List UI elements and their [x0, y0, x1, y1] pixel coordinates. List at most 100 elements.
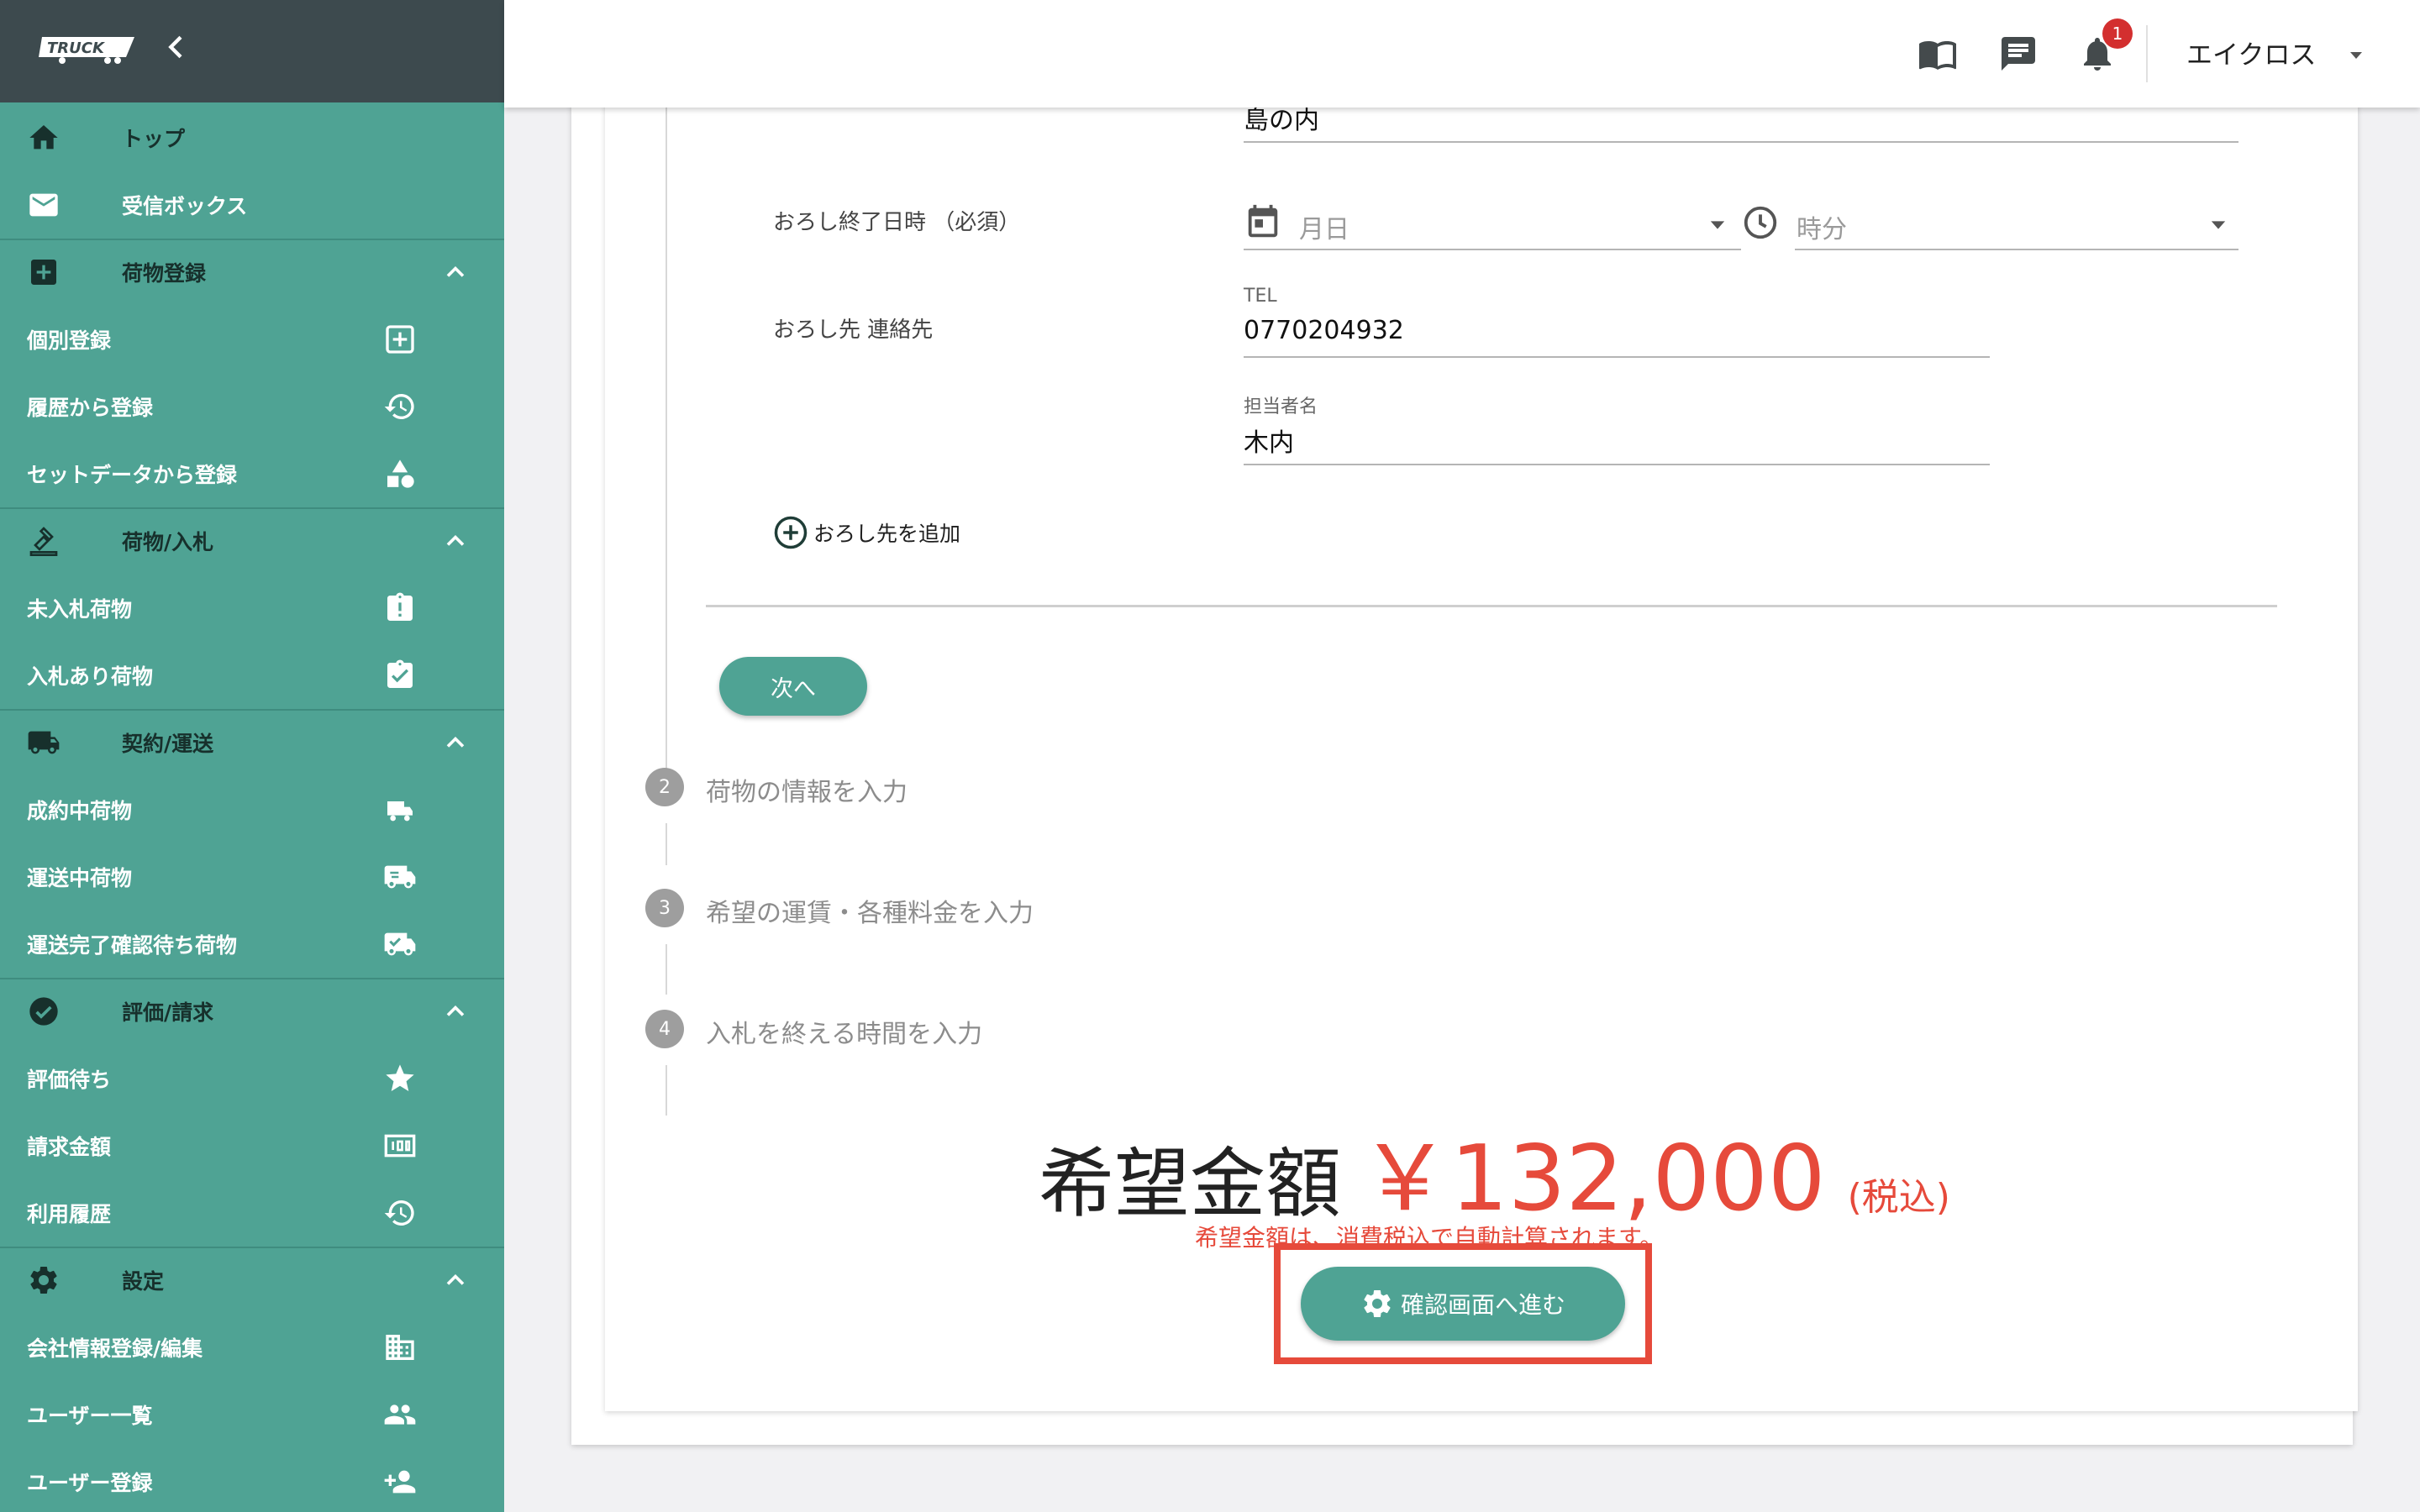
- sidebar-item-label: 運送完了確認待ち荷物: [27, 933, 238, 958]
- chevron-left-icon[interactable]: [160, 30, 193, 64]
- step-label-fare[interactable]: 希望の運賃・各種料金を入力: [706, 892, 1034, 929]
- category-icon: [387, 459, 414, 488]
- sidebar-item-awaiting-evaluation[interactable]: 評価待ち: [0, 1045, 504, 1112]
- clipboard-check-icon: [387, 659, 413, 688]
- stepper-line: [666, 823, 667, 865]
- sidebar-item-register-from-set[interactable]: セットデータから登録: [0, 440, 504, 507]
- person-add-icon: [384, 1470, 416, 1494]
- app-logo[interactable]: TRUCK: [39, 32, 138, 66]
- sidebar-item-label: ユーザー一覧: [27, 1404, 153, 1428]
- money-icon: [384, 1134, 416, 1158]
- clock-icon[interactable]: [1741, 203, 1780, 242]
- chevron-up-icon[interactable]: [440, 1265, 471, 1295]
- sidebar-section-cargo-bid[interactable]: 荷物/入札: [0, 507, 504, 575]
- sidebar-item-delivery-pending-cargo[interactable]: 運送完了確認待ち荷物: [0, 911, 504, 978]
- people-icon: [384, 1404, 416, 1425]
- add-circle-icon: [774, 516, 808, 549]
- address-underline: [1244, 141, 2238, 143]
- sidebar-item-label: 評価待ち: [27, 1068, 112, 1092]
- sidebar-section-label: 荷物登録: [122, 261, 207, 286]
- caret-down-icon[interactable]: [2346, 45, 2366, 66]
- sidebar-section-label: 設定: [122, 1269, 165, 1294]
- date-placeholder[interactable]: 月日: [1299, 208, 1349, 245]
- step-number: 3: [645, 889, 684, 927]
- date-underline: [1244, 249, 1741, 250]
- time-underline: [1795, 249, 2238, 250]
- sidebar-item-label: ユーザー登録: [27, 1471, 153, 1495]
- calendar-icon[interactable]: [1244, 203, 1282, 242]
- manual-book-icon[interactable]: [1918, 34, 1958, 74]
- truck-icon: [28, 731, 60, 754]
- sidebar-item-user-register[interactable]: ユーザー登録: [0, 1448, 504, 1512]
- building-icon: [386, 1335, 414, 1360]
- stepper-line: [666, 944, 667, 995]
- check-circle-icon: [29, 997, 58, 1026]
- chevron-up-icon[interactable]: [440, 526, 471, 556]
- sidebar-section-label: 契約/運送: [122, 732, 214, 756]
- history-icon: [384, 1200, 414, 1226]
- section-divider: [706, 605, 2277, 607]
- notification-badge: 1: [2102, 18, 2133, 49]
- sidebar-item-individual-register[interactable]: 個別登録: [0, 306, 504, 373]
- person-label: 担当者名: [1244, 396, 1318, 417]
- time-placeholder[interactable]: 時分: [1797, 208, 1847, 245]
- sidebar-item-usage-history[interactable]: 利用履歴: [0, 1179, 504, 1247]
- dropdown-arrow-icon[interactable]: [2207, 213, 2230, 237]
- person-input[interactable]: 木内: [1244, 422, 1294, 459]
- truck-moving-icon: [384, 865, 416, 889]
- sidebar-item-user-list[interactable]: ユーザー一覧: [0, 1381, 504, 1448]
- sidebar-item-inbox[interactable]: 受信ボックス: [0, 171, 504, 239]
- add-destination-button[interactable]: おろし先を追加: [773, 514, 960, 551]
- step-number: 4: [645, 1010, 684, 1048]
- add-box-icon: [31, 260, 56, 285]
- step-label-bid-end[interactable]: 入札を終える時間を入力: [706, 1013, 982, 1050]
- sidebar-item-label: 個別登録: [27, 328, 112, 353]
- sidebar-header: TRUCK: [0, 0, 504, 102]
- history-icon: [384, 394, 414, 419]
- step-label-cargo-info[interactable]: 荷物の情報を入力: [706, 771, 908, 808]
- price-summary: 希望金額 ￥132,000 (税込): [1039, 1105, 1950, 1236]
- sidebar-item-billing-amount[interactable]: 請求金額: [0, 1112, 504, 1179]
- user-menu-name[interactable]: エイクロス: [2186, 34, 2316, 71]
- confirm-button-label: 確認画面へ進む: [1400, 1291, 1565, 1319]
- sidebar: TRUCK トップ 受信ボックス 荷物登録 個別登録 履歴から登録 セットデータ…: [0, 0, 504, 1512]
- step-number: 2: [645, 768, 684, 806]
- sidebar-item-label: 受信ボックス: [122, 194, 248, 218]
- chevron-up-icon[interactable]: [440, 727, 471, 758]
- sidebar-section-label: 評価/請求: [122, 1000, 214, 1025]
- stepper-line: [666, 1065, 667, 1116]
- sidebar-section-contract[interactable]: 契約/運送: [0, 709, 504, 776]
- price-label: 希望金額: [1039, 1140, 1341, 1228]
- sidebar-item-label: 未入札荷物: [27, 597, 133, 622]
- sidebar-item-in-transit-cargo[interactable]: 運送中荷物: [0, 843, 504, 911]
- logo-text: TRUCK: [47, 39, 106, 57]
- top-bar: 1 エイクロス: [504, 0, 2420, 108]
- gear-icon: [30, 1267, 57, 1294]
- sidebar-section-evaluation[interactable]: 評価/請求: [0, 978, 504, 1045]
- sidebar-item-company-info[interactable]: 会社情報登録/編集: [0, 1314, 504, 1381]
- tel-input[interactable]: 0770204932: [1244, 316, 1404, 345]
- chat-icon[interactable]: [1998, 34, 2039, 74]
- end-datetime-label: おろし終了日時 （必須）: [773, 210, 1021, 235]
- gavel-icon: [29, 527, 58, 556]
- sidebar-item-top[interactable]: トップ: [0, 104, 504, 171]
- sidebar-item-label: 請求金額: [27, 1135, 112, 1159]
- sidebar-item-bid-cargo[interactable]: 入札あり荷物: [0, 642, 504, 709]
- sidebar-item-contracted-cargo[interactable]: 成約中荷物: [0, 776, 504, 843]
- sidebar-section-cargo-register[interactable]: 荷物登録: [0, 239, 504, 306]
- price-tax-note: (税込): [1847, 1176, 1950, 1219]
- price-auto-calc-note: 希望金額は、消費税込で自動計算されます。: [1195, 1224, 1664, 1252]
- star-icon: [386, 1064, 414, 1091]
- proceed-to-confirmation-button[interactable]: 確認画面へ進む: [1301, 1267, 1625, 1341]
- sidebar-item-label: 利用履歴: [27, 1202, 112, 1226]
- chevron-up-icon[interactable]: [440, 257, 471, 287]
- sidebar-item-label: トップ: [122, 127, 186, 151]
- sidebar-item-unbid-cargo[interactable]: 未入札荷物: [0, 575, 504, 642]
- price-value: ￥132,000: [1360, 1126, 1826, 1231]
- dropdown-arrow-icon[interactable]: [1706, 213, 1729, 237]
- chevron-up-icon[interactable]: [440, 996, 471, 1026]
- truck-check-icon: [384, 932, 416, 956]
- sidebar-section-settings[interactable]: 設定: [0, 1247, 504, 1314]
- sidebar-item-register-from-history[interactable]: 履歴から登録: [0, 373, 504, 440]
- next-button[interactable]: 次へ: [719, 657, 867, 716]
